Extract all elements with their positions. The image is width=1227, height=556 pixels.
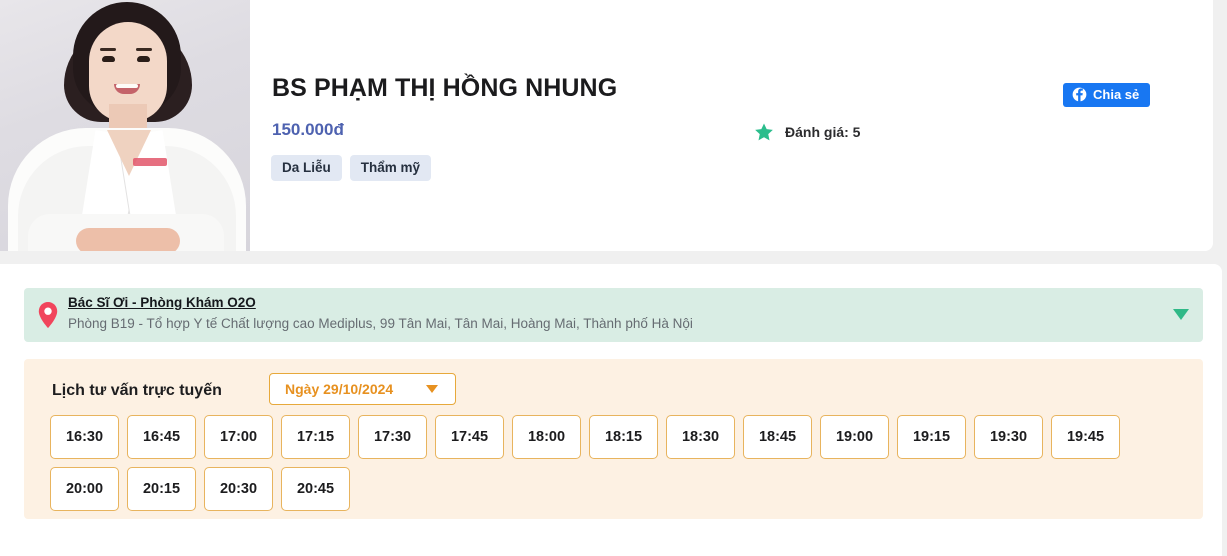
time-slot-grid: 16:30 16:45 17:00 17:15 17:30 17:45 18:0…: [50, 415, 1170, 511]
star-icon: [755, 123, 773, 141]
facebook-icon: [1072, 87, 1087, 102]
schedule-panel: Lịch tư vấn trực tuyến Ngày 29/10/2024 1…: [24, 359, 1203, 519]
time-slot[interactable]: 20:00: [50, 467, 119, 511]
selected-date-label: Ngày 29/10/2024: [285, 381, 394, 397]
booking-card: Bác Sĩ Ơi - Phòng Khám O2O Phòng B19 - T…: [0, 264, 1222, 556]
portrait-brow-left: [100, 48, 116, 51]
time-slot[interactable]: 17:15: [281, 415, 350, 459]
time-slot[interactable]: 16:30: [50, 415, 119, 459]
clinic-name-link[interactable]: Bác Sĩ Ơi - Phòng Khám O2O: [68, 295, 256, 310]
time-slot[interactable]: 19:30: [974, 415, 1043, 459]
clinic-address: Phòng B19 - Tổ hợp Y tế Chất lượng cao M…: [68, 316, 693, 331]
caret-down-icon: [426, 385, 438, 393]
consultation-price: 150.000đ: [272, 120, 344, 139]
time-slot[interactable]: 17:45: [435, 415, 504, 459]
portrait-teeth: [116, 84, 138, 88]
doctor-photo: [0, 0, 250, 251]
time-slot[interactable]: 18:00: [512, 415, 581, 459]
time-slot[interactable]: 19:00: [820, 415, 889, 459]
time-slot[interactable]: 17:00: [204, 415, 273, 459]
portrait-eye-right: [137, 56, 150, 62]
chevron-down-icon[interactable]: [1173, 309, 1189, 320]
time-slot[interactable]: 20:45: [281, 467, 350, 511]
rating-value: Đánh giá: 5: [785, 124, 861, 140]
portrait-hands: [76, 228, 180, 251]
portrait-eye-left: [102, 56, 115, 62]
page-root: BS PHẠM THỊ HỒNG NHUNG 150.000đ Da Liễu …: [0, 0, 1227, 556]
time-slot[interactable]: 18:15: [589, 415, 658, 459]
time-slot[interactable]: 20:15: [127, 467, 196, 511]
map-pin-icon: [38, 302, 58, 328]
share-button[interactable]: Chia sẻ: [1063, 83, 1151, 107]
doctor-profile-card: BS PHẠM THỊ HỒNG NHUNG 150.000đ Da Liễu …: [0, 0, 1213, 251]
page-title: BS PHẠM THỊ HỒNG NHUNG: [272, 74, 618, 102]
specialty-tag: Da Liễu: [271, 155, 342, 181]
specialty-tag: Thẩm mỹ: [349, 155, 432, 181]
rating-block: Đánh giá: 5: [754, 122, 860, 142]
schedule-title: Lịch tư vấn trực tuyến: [52, 382, 222, 399]
date-selector[interactable]: Ngày 29/10/2024: [269, 373, 456, 405]
portrait-brow-right: [136, 48, 152, 51]
time-slot[interactable]: 18:45: [743, 415, 812, 459]
time-slot[interactable]: 18:30: [666, 415, 735, 459]
time-slot[interactable]: 20:30: [204, 467, 273, 511]
time-slot[interactable]: 19:45: [1051, 415, 1120, 459]
time-slot[interactable]: 16:45: [127, 415, 196, 459]
doctor-info: BS PHẠM THỊ HỒNG NHUNG 150.000đ Da Liễu …: [250, 0, 1213, 251]
portrait-name-badge: [133, 158, 167, 166]
time-slot[interactable]: 19:15: [897, 415, 966, 459]
specialty-tag-list: Da Liễu Thẩm mỹ: [271, 155, 432, 181]
share-button-label: Chia sẻ: [1093, 87, 1140, 102]
time-slot[interactable]: 17:30: [358, 415, 427, 459]
clinic-location-bar[interactable]: Bác Sĩ Ơi - Phòng Khám O2O Phòng B19 - T…: [24, 288, 1203, 342]
